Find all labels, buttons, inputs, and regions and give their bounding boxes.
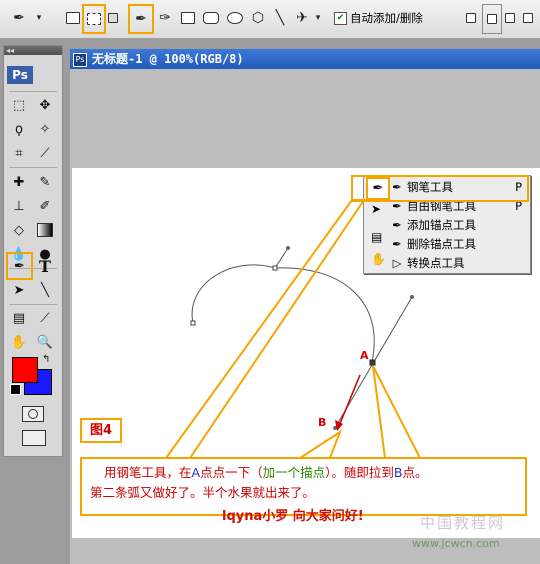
anchor-point <box>272 265 278 271</box>
note-text: 点。 <box>402 465 428 480</box>
callout-to-anchor-a <box>372 365 422 459</box>
callout-to-flyout <box>164 199 366 459</box>
note-point-a: A <box>191 465 201 480</box>
handle-point <box>286 246 290 250</box>
note-line-2: 第二条弧又做好了。半个水果就出来了。 <box>90 485 316 500</box>
drag-arrow <box>338 374 361 427</box>
note-highlight: 加一个描点 <box>262 465 326 480</box>
watermark-url: www.jcwcn.com <box>412 537 500 550</box>
figure-label: 图4 <box>80 418 122 443</box>
point-b-label: B <box>318 416 327 429</box>
note-line-1: 用钢笔工具，在A点点一下（加一个描点）。随即拉到B点。 <box>90 463 517 483</box>
foreground-color-swatch[interactable] <box>12 357 38 383</box>
author-greeting: lqyna小罗 向大家问好! <box>222 509 364 524</box>
note-text: ）。随即拉到 <box>325 465 394 480</box>
note-text: 用钢笔工具，在 <box>104 465 192 480</box>
second-arc-path <box>274 267 375 363</box>
handle-point <box>410 295 414 299</box>
watermark-site-name: 中国教程网 <box>420 514 506 532</box>
note-text: 点点一下（ <box>200 465 263 480</box>
callout-to-point-b <box>296 429 343 459</box>
point-a-label: A <box>360 349 369 362</box>
anchor-point-a <box>369 359 376 366</box>
first-arc-path <box>191 247 289 324</box>
anchor-point <box>190 320 196 326</box>
